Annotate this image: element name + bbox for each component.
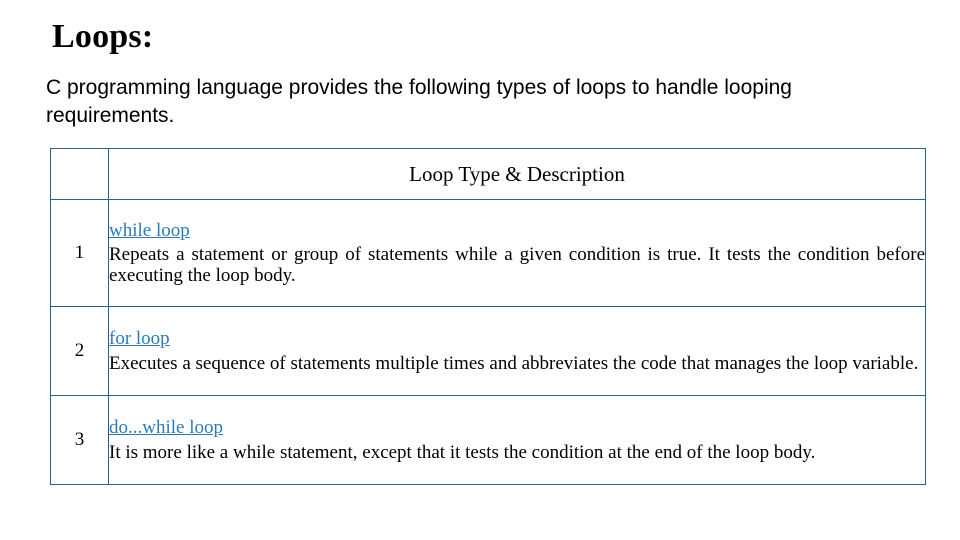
intro-paragraph: C programming language provides the foll… — [46, 76, 792, 127]
row-number: 1 — [50, 199, 109, 307]
do-while-loop-link[interactable]: do...while loop — [109, 417, 223, 439]
loops-table-wrapper: Loop Type & Description 1 while loop Rep… — [50, 148, 926, 485]
while-loop-description: Repeats a statement or group of statemen… — [109, 243, 925, 287]
row-description: for loop Executes a sequence of statemen… — [108, 306, 926, 396]
page-title: Loops: — [52, 18, 154, 55]
table-row: 3 do...while loop It is more like a whil… — [50, 395, 926, 485]
slide: Loops: C programming language provides t… — [0, 0, 960, 540]
row-number: 2 — [50, 306, 109, 396]
do-while-loop-description: It is more like a while statement, excep… — [109, 441, 816, 463]
header-blank-cell — [50, 148, 109, 200]
loops-table: Loop Type & Description 1 while loop Rep… — [50, 148, 926, 485]
for-loop-description: Executes a sequence of statements multip… — [109, 352, 919, 374]
for-loop-link[interactable]: for loop — [109, 328, 170, 350]
row-description: while loop Repeats a statement or group … — [108, 199, 926, 307]
row-number: 3 — [50, 395, 109, 485]
table-row: 2 for loop Executes a sequence of statem… — [50, 306, 926, 396]
while-loop-link[interactable]: while loop — [109, 220, 190, 242]
table-row: 1 while loop Repeats a statement or grou… — [50, 199, 926, 307]
row-description: do...while loop It is more like a while … — [108, 395, 926, 485]
header-description-cell: Loop Type & Description — [108, 148, 926, 200]
table-header-row: Loop Type & Description — [50, 148, 926, 200]
